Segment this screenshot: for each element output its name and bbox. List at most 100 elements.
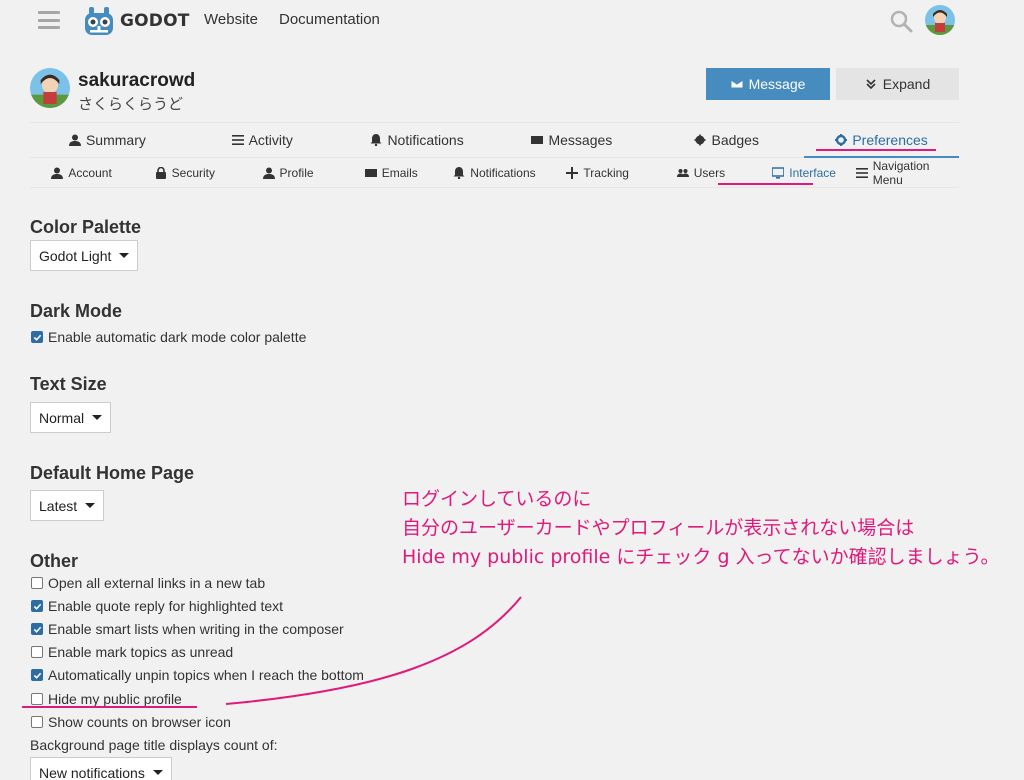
checkmark-icon	[33, 672, 41, 679]
envelope-icon	[364, 167, 377, 179]
checkbox-mark-unread[interactable]	[31, 646, 43, 658]
annotation-line-3: Hide my public profile にチェック g 入ってないか確認し…	[402, 546, 1000, 568]
option-label: Enable automatic dark mode color palette	[48, 329, 307, 345]
annotation-line-2: 自分のユーザーカードやプロフィールが表示されない場合は	[402, 517, 915, 539]
title-count-select[interactable]: New notifications	[30, 757, 172, 780]
select-value: Normal	[39, 409, 85, 426]
subtab-label: Users	[693, 165, 726, 180]
option-label: Enable mark topics as unread	[48, 644, 234, 660]
user-avatar-small[interactable]	[925, 5, 955, 35]
select-value: Latest	[39, 497, 78, 514]
subtab-label: Profile	[279, 165, 314, 180]
subtab-label: Interface	[789, 165, 836, 180]
caret-down-icon	[92, 415, 103, 420]
option-label: Hide my public profile	[48, 691, 182, 707]
subtab-label: Navigation Menu	[872, 158, 930, 187]
option-label: Enable quote reply for highlighted text	[48, 598, 284, 614]
gear-icon	[835, 134, 848, 146]
subtab-label: Security	[171, 165, 215, 180]
option-mark-unread: Enable mark topics as unread	[31, 644, 233, 660]
text-size-select[interactable]: Normal	[30, 402, 112, 433]
color-palette-select[interactable]: Godot Light	[30, 240, 139, 271]
home-page-select[interactable]: Latest	[30, 490, 105, 521]
hamburger-menu-icon[interactable]	[38, 11, 60, 29]
nav-website[interactable]: Website	[204, 11, 258, 28]
avatar-image-icon	[30, 68, 70, 108]
section-title-other: Other	[30, 551, 79, 571]
subtab-account[interactable]: Account	[30, 158, 133, 187]
message-button[interactable]: Message	[706, 68, 830, 100]
tab-preferences[interactable]: Preferences	[804, 123, 959, 158]
tab-label: Summary	[85, 132, 146, 148]
double-chevron-down-icon	[865, 78, 877, 90]
subtab-profile[interactable]: Profile	[236, 158, 339, 187]
tab-summary[interactable]: Summary	[30, 123, 185, 157]
bell-icon	[453, 166, 465, 179]
tab-label: Messages	[548, 132, 613, 148]
expand-button-label: Expand	[882, 76, 931, 92]
checkmark-icon	[33, 626, 41, 633]
checkbox-quote-reply[interactable]	[31, 600, 43, 612]
profile-avatar	[30, 68, 70, 108]
option-show-counts: Show counts on browser icon	[31, 714, 231, 730]
list-icon	[231, 134, 244, 146]
checkbox-dark-mode[interactable]	[31, 331, 43, 343]
list-icon	[855, 167, 868, 179]
option-label: Open all external links in a new tab	[48, 575, 266, 591]
nav-documentation[interactable]: Documentation	[279, 11, 380, 28]
subtab-security[interactable]: Security	[133, 158, 236, 187]
select-value: New notifications	[39, 764, 145, 780]
checkbox-show-counts[interactable]	[31, 716, 43, 728]
expand-button[interactable]: Expand	[836, 68, 959, 100]
caret-down-icon	[85, 503, 96, 508]
option-label: Show counts on browser icon	[48, 714, 231, 730]
checkbox-hide-profile[interactable]	[31, 693, 43, 705]
profile-fullname: さくらくらうど	[78, 95, 184, 113]
tab-label: Activity	[248, 132, 293, 148]
checkbox-auto-unpin[interactable]	[31, 669, 43, 681]
bell-icon	[370, 134, 382, 146]
message-button-label: Message	[748, 76, 806, 92]
lock-icon	[155, 166, 167, 179]
top-header: GODOT Website Documentation	[0, 0, 1024, 48]
section-title-dark-mode: Dark Mode	[30, 301, 123, 321]
section-title-home-page: Default Home Page	[30, 463, 195, 483]
subtab-interface[interactable]: Interface	[753, 158, 856, 187]
option-quote-reply: Enable quote reply for highlighted text	[31, 598, 283, 614]
option-dark-mode: Enable automatic dark mode color palette	[31, 329, 306, 345]
option-label: Enable smart lists when writing in the c…	[48, 621, 344, 637]
logo-text: GODOT	[120, 11, 190, 31]
tab-notifications[interactable]: Notifications	[340, 123, 495, 157]
search-icon[interactable]	[889, 9, 913, 33]
annotation-marks	[22, 149, 936, 708]
subtab-notifications[interactable]: Notifications	[443, 158, 546, 187]
checkbox-smart-lists[interactable]	[31, 623, 43, 635]
subtab-tracking[interactable]: Tracking	[546, 158, 649, 187]
godot-robot-icon	[85, 7, 113, 35]
subtab-navigation-menu[interactable]: Navigation Menu	[855, 158, 959, 187]
section-title-text-size: Text Size	[30, 374, 107, 394]
subtab-label: Notifications	[470, 165, 536, 180]
avatar-image-icon	[925, 5, 955, 35]
godot-logo[interactable]: GODOT	[82, 4, 190, 38]
users-icon	[676, 167, 689, 179]
tab-activity[interactable]: Activity	[185, 123, 340, 157]
profile-username: sakuracrowd	[78, 70, 196, 91]
sub-tabs: Account Security Profile Emails Notifica…	[30, 158, 959, 188]
annotation-line-1: ログインしているのに	[402, 488, 592, 510]
envelope-icon	[531, 134, 544, 146]
option-hide-profile: Hide my public profile	[31, 691, 182, 707]
option-auto-unpin: Automatically unpin topics when I reach …	[31, 667, 364, 683]
main-tabs: Summary Activity Notifications Messages …	[30, 122, 959, 158]
tab-messages[interactable]: Messages	[494, 123, 649, 157]
subtab-users[interactable]: Users	[649, 158, 752, 187]
subtab-emails[interactable]: Emails	[340, 158, 443, 187]
option-external-links: Open all external links in a new tab	[31, 575, 265, 591]
option-label: Automatically unpin topics when I reach …	[48, 667, 364, 683]
subtab-label: Emails	[381, 165, 418, 180]
checkbox-external-links[interactable]	[31, 577, 43, 589]
select-value: Godot Light	[39, 247, 112, 264]
tab-label: Preferences	[852, 132, 928, 148]
envelope-icon	[730, 78, 743, 90]
tab-badges[interactable]: Badges	[649, 123, 804, 157]
